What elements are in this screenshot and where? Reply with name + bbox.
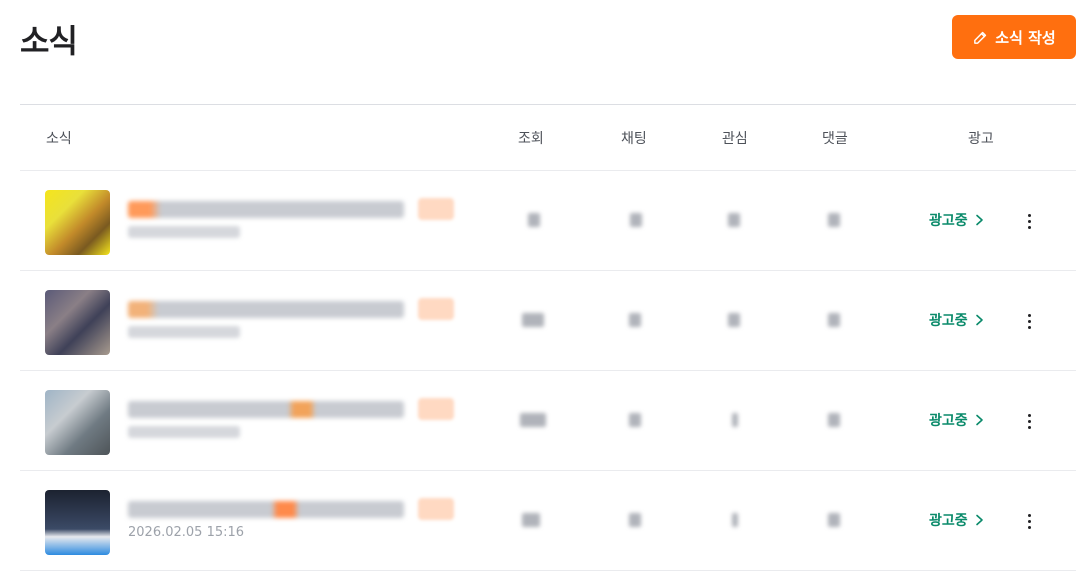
chevron-right-icon [975, 314, 983, 326]
more-options-button[interactable] [1018, 406, 1040, 436]
more-icon [1027, 413, 1031, 417]
interest-count-redacted [732, 513, 738, 527]
more-icon [1027, 213, 1031, 217]
post-thumbnail[interactable] [45, 490, 110, 555]
chevron-right-icon [975, 214, 983, 226]
views-count-redacted [528, 213, 540, 227]
comment-count-redacted [828, 213, 840, 227]
table-row[interactable]: 광고중 [20, 170, 1076, 270]
chat-count-redacted [629, 413, 641, 427]
ad-status-link[interactable]: 광고중 [929, 410, 984, 430]
table-bottom-divider [20, 570, 1076, 571]
write-news-label: 소식 작성 [995, 28, 1056, 47]
ad-status-label: 광고중 [929, 313, 968, 329]
column-header-ad: 광고 [968, 131, 994, 147]
chat-count-redacted [629, 513, 641, 527]
table-row[interactable]: 광고중 [20, 370, 1076, 470]
pencil-icon [974, 31, 987, 44]
ad-status-label: 광고중 [929, 213, 968, 229]
ad-status-link[interactable]: 광고중 [929, 210, 984, 230]
ad-status-label: 광고중 [929, 413, 968, 429]
ad-status-link[interactable]: 광고중 [929, 310, 984, 330]
more-options-button[interactable] [1018, 506, 1040, 536]
ad-status-link[interactable]: 광고중 [929, 510, 984, 530]
chat-count-redacted [629, 313, 641, 327]
column-header-interest: 관심 [722, 131, 748, 147]
table-row[interactable]: 광고중 [20, 270, 1076, 370]
views-count-redacted [522, 313, 544, 327]
post-thumbnail[interactable] [45, 190, 110, 255]
post-date: 2026.02.05 15:16 [128, 525, 245, 540]
chevron-right-icon [975, 514, 983, 526]
write-news-button[interactable]: 소식 작성 [952, 15, 1076, 59]
views-count-redacted [520, 413, 546, 427]
table-row[interactable]: 2026.02.05 15:16 광고중 [20, 470, 1076, 570]
post-date-redacted [128, 226, 240, 238]
more-icon [1027, 513, 1031, 517]
post-tag-redacted [418, 398, 454, 420]
chevron-right-icon [975, 414, 983, 426]
post-date-redacted [128, 326, 240, 338]
table-header: 소식 조회 채팅 관심 댓글 광고 [20, 105, 1076, 170]
post-thumbnail[interactable] [45, 290, 110, 355]
more-icon [1027, 313, 1031, 317]
interest-count-redacted [728, 313, 740, 327]
ad-status-label: 광고중 [929, 513, 968, 529]
post-tag-redacted [418, 198, 454, 220]
post-tag-redacted [418, 498, 454, 520]
post-title-redacted[interactable] [128, 501, 404, 518]
post-date-redacted [128, 426, 240, 438]
post-title-redacted[interactable] [128, 401, 404, 418]
column-header-chat: 채팅 [621, 131, 647, 147]
comment-count-redacted [828, 413, 840, 427]
interest-count-redacted [728, 213, 740, 227]
more-options-button[interactable] [1018, 206, 1040, 236]
interest-count-redacted [732, 413, 738, 427]
column-header-comment: 댓글 [822, 131, 848, 147]
chat-count-redacted [630, 213, 642, 227]
post-title-redacted[interactable] [128, 301, 404, 318]
column-header-news: 소식 [46, 131, 72, 147]
page-title: 소식 [20, 22, 78, 60]
more-options-button[interactable] [1018, 306, 1040, 336]
comment-count-redacted [828, 513, 840, 527]
views-count-redacted [522, 513, 540, 527]
post-thumbnail[interactable] [45, 390, 110, 455]
post-title-redacted[interactable] [128, 201, 404, 218]
comment-count-redacted [828, 313, 840, 327]
post-tag-redacted [418, 298, 454, 320]
column-header-views: 조회 [518, 131, 544, 147]
